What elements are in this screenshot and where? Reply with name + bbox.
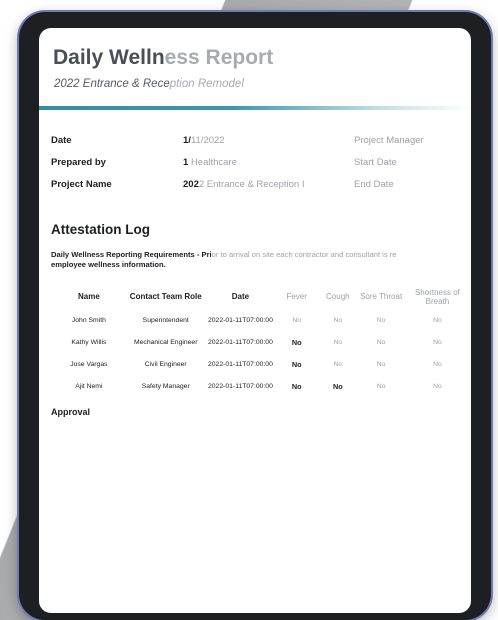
info-value-text: 1 (183, 157, 191, 168)
requirements-line2: employee wellness information. (51, 260, 166, 269)
header-date: Date (231, 292, 250, 302)
cell-date: 2022-01-11T07:00:00 (207, 316, 273, 324)
table-header-row: Name Contact Team Role Date Fever Cough … (51, 284, 471, 310)
info-value-faded: 11/2022 (190, 135, 225, 146)
cell-sore-throat: No (376, 382, 386, 390)
info-value: 1 Healthcare (183, 157, 237, 168)
info-label-secondary: Start Date (354, 157, 397, 168)
header-cough: Cough (326, 292, 350, 302)
info-label: Project Name (51, 179, 112, 190)
project-info: Date 1/11/2022 Project Manager Prepared … (51, 135, 471, 201)
cell-cough: No (332, 381, 343, 391)
info-value-faded: Healthcare (190, 157, 237, 168)
approval-title: Approval (51, 407, 91, 417)
info-value: 2022 Entrance & Reception I (183, 179, 304, 190)
info-value-text: 1/ (183, 135, 191, 146)
attestation-table: Name Contact Team Role Date Fever Cough … (51, 284, 471, 398)
cell-role: Safety Manager (141, 382, 190, 390)
cell-shortness-of-breath: No (433, 382, 442, 390)
cell-fever: No (291, 381, 302, 391)
report-title-faded: ess Report (164, 46, 274, 69)
report-title: Daily Wellness Report (53, 46, 273, 70)
header-name: Name (77, 292, 100, 302)
info-row-prepared-by: Prepared by 1 Healthcare Start Date (51, 157, 471, 179)
report-subtitle: 2022 Entrance & Reception Remodel (54, 78, 244, 90)
cell-sore-throat: No (376, 316, 386, 324)
cell-fever: No (291, 359, 302, 369)
cell-role: Civil Engineer (144, 360, 187, 368)
cell-cough: No (333, 360, 343, 368)
cell-sore-throat: No (376, 338, 386, 346)
cell-cough: No (333, 338, 343, 346)
info-row-date: Date 1/11/2022 Project Manager (51, 135, 471, 157)
info-value-faded: 2 Entrance & Reception I (198, 179, 305, 190)
cell-name: Kathy Willis (71, 338, 107, 346)
cell-fever: No (292, 316, 302, 324)
cell-role: Superintendent (142, 316, 189, 324)
attestation-log-title: Attestation Log (51, 222, 150, 237)
cell-date: 2022-01-11T07:00:00 (207, 382, 273, 390)
cell-date: 2022-01-11T07:00:00 (207, 360, 273, 368)
cell-name: John Smith (71, 316, 106, 324)
info-label: Prepared by (51, 157, 106, 168)
cell-date: 2022-01-11T07:00:00 (207, 338, 273, 346)
info-label: Date (51, 135, 72, 146)
requirements-text: Daily Wellness Reporting Requirements - … (51, 250, 471, 270)
header-sore-throat: Sore Throat (360, 292, 403, 302)
tablet-screen: Daily Wellness Report 2022 Entrance & Re… (39, 28, 471, 613)
cell-sore-throat: No (376, 360, 386, 368)
header-role: Contact Team Role (129, 292, 202, 302)
info-value: 1/11/2022 (183, 135, 225, 146)
table-row: Jose Vargas Civil Engineer 2022-01-11T07… (51, 354, 471, 376)
report-subtitle-faded: ption Remodel (169, 78, 244, 90)
table-row: John Smith Superintendent 2022-01-11T07:… (51, 310, 471, 332)
cell-shortness-of-breath: No (433, 360, 442, 368)
header-shortness-of-breath: Shortness of Breath (414, 287, 460, 307)
cell-shortness-of-breath: No (433, 338, 442, 346)
cell-shortness-of-breath: No (433, 316, 442, 324)
report-title-text: Daily Welln (53, 46, 165, 69)
cell-role: Mechanical Engineer (133, 338, 198, 346)
info-label-secondary: End Date (354, 179, 394, 190)
cell-fever: No (291, 337, 302, 347)
table-row: Ajit Nemi Safety Manager 2022-01-11T07:0… (51, 376, 471, 398)
header-fever: Fever (286, 292, 307, 302)
requirements-bold: Daily Wellness Reporting Requirements - … (51, 250, 212, 259)
report-header: Daily Wellness Report 2022 Entrance & Re… (39, 28, 471, 110)
report-subtitle-text: 2022 Entrance & Rece (54, 78, 170, 90)
cell-cough: No (333, 316, 343, 324)
info-value-text: 202 (183, 179, 199, 190)
info-label-secondary: Project Manager (354, 135, 424, 146)
cell-name: Jose Vargas (70, 360, 108, 368)
cell-name: Ajit Nemi (75, 382, 103, 390)
requirements-faded: or to arrival on site each contractor an… (211, 250, 397, 259)
info-row-project-name: Project Name 2022 Entrance & Reception I… (51, 179, 471, 201)
table-row: Kathy Willis Mechanical Engineer 2022-01… (51, 332, 471, 354)
header-divider (39, 106, 471, 110)
